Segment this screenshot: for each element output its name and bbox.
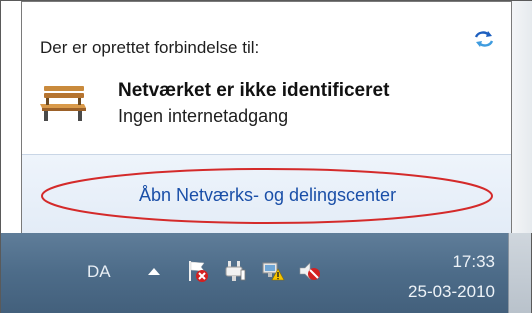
- connected-to-label: Der er oprettet forbindelse til:: [40, 38, 260, 57]
- network-flyout-top: Der er oprettet forbindelse til: Netværk…: [22, 2, 511, 154]
- clock-date: 25-03-2010: [408, 282, 495, 301]
- bench-network-icon: [40, 86, 86, 121]
- language-indicator[interactable]: DA: [87, 262, 111, 282]
- open-network-sharing-center-link[interactable]: Åbn Netværks- og delingscenter: [22, 185, 513, 206]
- network-status: Ingen internetadgang: [118, 106, 289, 126]
- screenshot-frame: Der er oprettet forbindelse til: Netværk…: [0, 0, 532, 313]
- show-hidden-icons-chevron-icon[interactable]: [147, 267, 161, 277]
- power-plug-icon[interactable]: [223, 259, 247, 283]
- network-refresh-icon[interactable]: [473, 28, 495, 50]
- action-center-flag-icon[interactable]: [186, 259, 210, 283]
- network-warning-icon[interactable]: [261, 259, 285, 283]
- clock-time: 17:33: [452, 252, 495, 271]
- network-flyout: Der er oprettet forbindelse til: Netværk…: [21, 1, 513, 234]
- speaker-muted-icon[interactable]: [297, 259, 321, 283]
- window-edge: [512, 1, 532, 233]
- taskbar: DA 17:33 25-03-2010: [1, 233, 531, 313]
- system-clock[interactable]: 17:33 25-03-2010: [408, 247, 495, 307]
- show-desktop-button[interactable]: [508, 233, 531, 313]
- network-name: Netværket er ikke identificeret: [118, 80, 390, 101]
